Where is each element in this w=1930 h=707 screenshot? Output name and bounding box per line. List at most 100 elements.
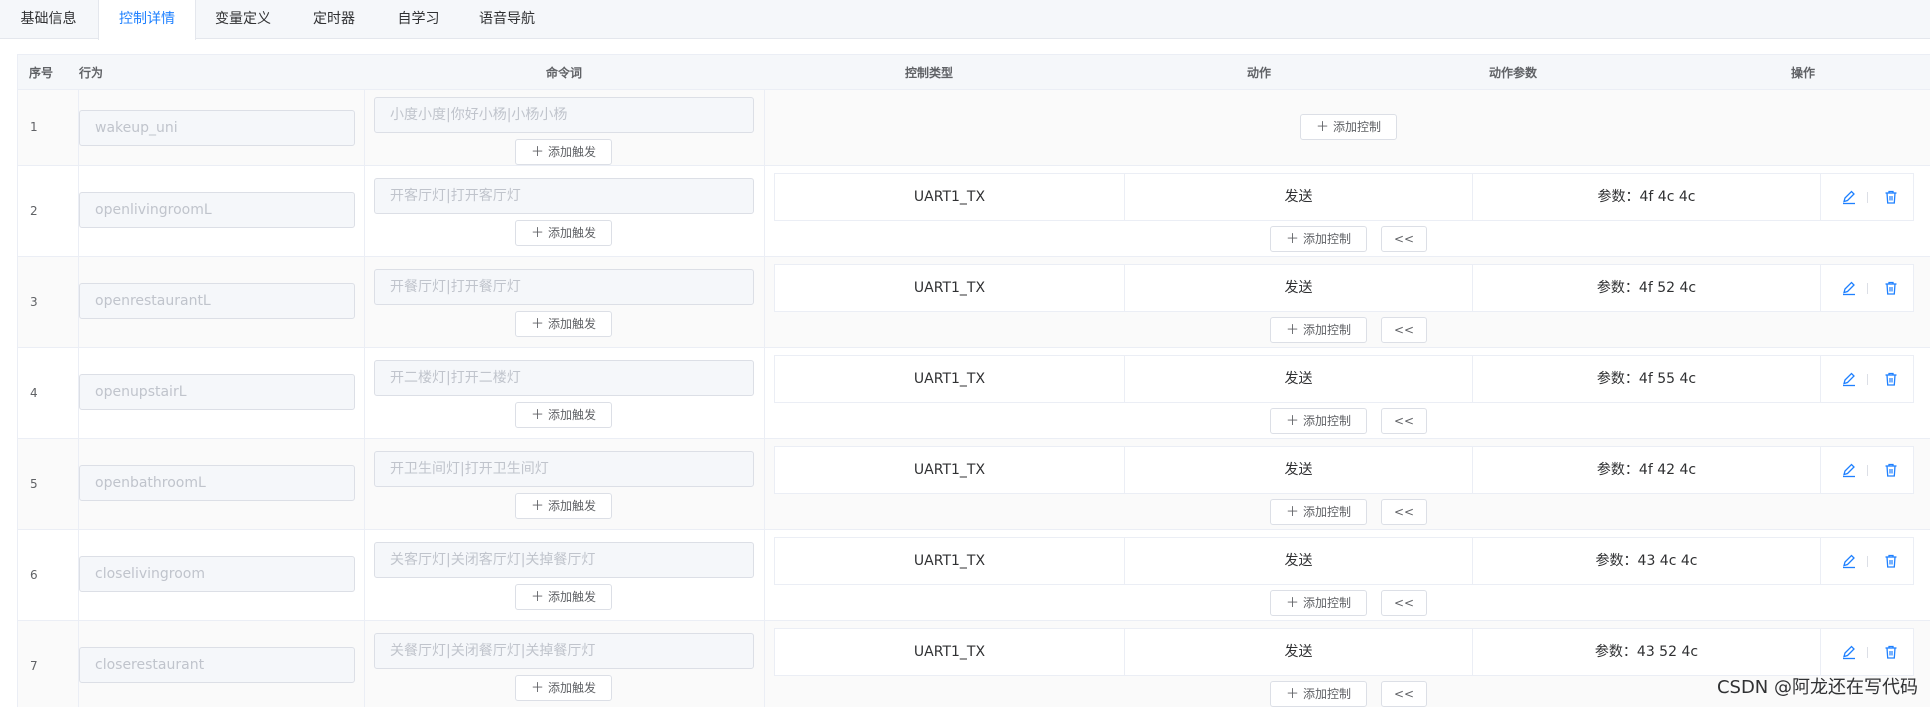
control-type-value: UART1_TX <box>775 356 1125 402</box>
behavior-input[interactable]: wakeup_uni <box>79 110 355 146</box>
table-row: 3 openrestaurantL 开餐厅灯|打开餐厅灯 ＋ 添加触发 UART1_TX… <box>18 257 1930 348</box>
column-divider <box>764 348 765 439</box>
column-divider <box>364 348 365 439</box>
plus-icon: ＋ <box>1285 596 1299 611</box>
add-trigger-button[interactable]: ＋ 添加触发 <box>515 139 612 165</box>
add-trigger-label: 添加触发 <box>548 590 597 604</box>
column-divider <box>764 166 765 257</box>
control-type-value: UART1_TX <box>775 447 1125 493</box>
column-divider <box>364 530 365 621</box>
add-control-button[interactable]: ＋ 添加控制 <box>1300 114 1397 140</box>
behavior-input[interactable]: openupstairL <box>79 374 355 410</box>
collapse-button[interactable]: << <box>1381 226 1427 252</box>
control-type-value: UART1_TX <box>775 629 1125 675</box>
delete-icon[interactable] <box>1883 371 1899 387</box>
tab-variable-definition[interactable]: 变量定义 <box>196 0 291 39</box>
tab-voice-navigation[interactable]: 语音导航 <box>460 0 555 39</box>
collapse-button[interactable]: << <box>1381 590 1427 616</box>
column-divider <box>364 621 365 707</box>
plus-icon: ＋ <box>530 317 544 332</box>
command-input[interactable]: 关客厅灯|关闭客厅灯|关掉餐厅灯 <box>374 542 754 578</box>
add-trigger-button[interactable]: ＋ 添加触发 <box>515 675 612 701</box>
behavior-input[interactable]: openbathroomL <box>79 465 355 501</box>
plus-icon: ＋ <box>1285 323 1299 338</box>
control-item: UART1_TX 发送 参数：4f 4c 4c <box>774 173 1914 221</box>
action-param-value: 参数：4f 4c 4c <box>1473 174 1821 220</box>
add-control-button[interactable]: ＋ 添加控制 <box>1270 226 1367 252</box>
edit-icon[interactable] <box>1841 644 1857 660</box>
collapse-button[interactable]: << <box>1381 499 1427 525</box>
command-input[interactable]: 开卫生间灯|打开卫生间灯 <box>374 451 754 487</box>
operation-cell <box>1821 538 1913 584</box>
control-item: UART1_TX 发送 参数：4f 42 4c <box>774 446 1914 494</box>
edit-icon[interactable] <box>1841 462 1857 478</box>
add-control-button[interactable]: ＋ 添加控制 <box>1270 408 1367 434</box>
edit-icon[interactable] <box>1841 280 1857 296</box>
plus-icon: ＋ <box>530 681 544 696</box>
add-trigger-label: 添加触发 <box>548 499 597 513</box>
collapse-button[interactable]: << <box>1381 317 1427 343</box>
table-row: 5 openbathroomL 开卫生间灯|打开卫生间灯 ＋ 添加触发 UART1_TX… <box>18 439 1930 530</box>
behavior-input[interactable]: openrestaurantL <box>79 283 355 319</box>
add-control-label: 添加控制 <box>1303 232 1352 246</box>
control-type-value: UART1_TX <box>775 538 1125 584</box>
edit-icon[interactable] <box>1841 371 1857 387</box>
plus-icon: ＋ <box>530 145 544 160</box>
row-index: 3 <box>30 295 38 309</box>
table-row: 4 openupstairL 开二楼灯|打开二楼灯 ＋ 添加触发 UART1_TX 发送… <box>18 348 1930 439</box>
control-item: UART1_TX 发送 参数：4f 55 4c <box>774 355 1914 403</box>
edit-icon[interactable] <box>1841 189 1857 205</box>
control-item: UART1_TX 发送 参数：43 4c 4c <box>774 537 1914 585</box>
add-trigger-button[interactable]: ＋ 添加触发 <box>515 493 612 519</box>
column-divider <box>764 621 765 707</box>
action-param-value: 参数：4f 52 4c <box>1473 265 1821 311</box>
delete-icon[interactable] <box>1883 644 1899 660</box>
tab-self-learning[interactable]: 自学习 <box>378 0 460 39</box>
action-param-value: 参数：43 4c 4c <box>1473 538 1821 584</box>
edit-icon[interactable] <box>1841 553 1857 569</box>
add-trigger-button[interactable]: ＋ 添加触发 <box>515 311 612 337</box>
behavior-input[interactable]: openlivingroomL <box>79 192 355 228</box>
command-input[interactable]: 开二楼灯|打开二楼灯 <box>374 360 754 396</box>
tab-control-details[interactable]: 控制详情 <box>98 0 196 40</box>
delete-icon[interactable] <box>1883 280 1899 296</box>
tab-basic-info[interactable]: 基础信息 <box>0 0 98 39</box>
delete-icon[interactable] <box>1883 462 1899 478</box>
column-divider <box>764 257 765 348</box>
command-input[interactable]: 开餐厅灯|打开餐厅灯 <box>374 269 754 305</box>
watermark: CSDN @阿龙还在写代码 <box>1716 677 1918 698</box>
add-control-button[interactable]: ＋ 添加控制 <box>1270 681 1367 707</box>
action-value: 发送 <box>1125 629 1473 675</box>
divider <box>1867 465 1868 476</box>
plus-icon: ＋ <box>1285 232 1299 247</box>
add-trigger-button[interactable]: ＋ 添加触发 <box>515 584 612 610</box>
collapse-button[interactable]: << <box>1381 408 1427 434</box>
add-control-button[interactable]: ＋ 添加控制 <box>1270 590 1367 616</box>
plus-icon: ＋ <box>530 226 544 241</box>
action-value: 发送 <box>1125 447 1473 493</box>
row-index: 4 <box>30 386 38 400</box>
operation-cell <box>1821 174 1913 220</box>
add-trigger-button[interactable]: ＋ 添加触发 <box>515 402 612 428</box>
command-input[interactable]: 小度小度|你好小杨|小杨小杨 <box>374 97 754 133</box>
tab-bar: 基础信息 控制详情 变量定义 定时器 自学习 语音导航 <box>0 0 1930 40</box>
add-control-button[interactable]: ＋ 添加控制 <box>1270 499 1367 525</box>
plus-icon: ＋ <box>530 499 544 514</box>
divider <box>1867 283 1868 294</box>
add-trigger-button[interactable]: ＋ 添加触发 <box>515 220 612 246</box>
control-table: 序号 行为 命令词 控制类型 动作 动作参数 操作 1 wakeup_uni 小度小… <box>17 54 1930 707</box>
operation-cell <box>1821 629 1913 675</box>
command-input[interactable]: 关餐厅灯|关闭餐厅灯|关掉餐厅灯 <box>374 633 754 669</box>
command-input[interactable]: 开客厅灯|打开客厅灯 <box>374 178 754 214</box>
behavior-input[interactable]: closelivingroom <box>79 556 355 592</box>
add-trigger-label: 添加触发 <box>548 226 597 240</box>
tab-timer[interactable]: 定时器 <box>291 0 378 39</box>
delete-icon[interactable] <box>1883 553 1899 569</box>
delete-icon[interactable] <box>1883 189 1899 205</box>
behavior-input[interactable]: closerestaurant <box>79 647 355 683</box>
action-param-value: 参数：4f 42 4c <box>1473 447 1821 493</box>
add-control-button[interactable]: ＋ 添加控制 <box>1270 317 1367 343</box>
collapse-button[interactable]: << <box>1381 681 1427 707</box>
add-control-label: 添加控制 <box>1303 414 1352 428</box>
add-control-label: 添加控制 <box>1303 505 1352 519</box>
